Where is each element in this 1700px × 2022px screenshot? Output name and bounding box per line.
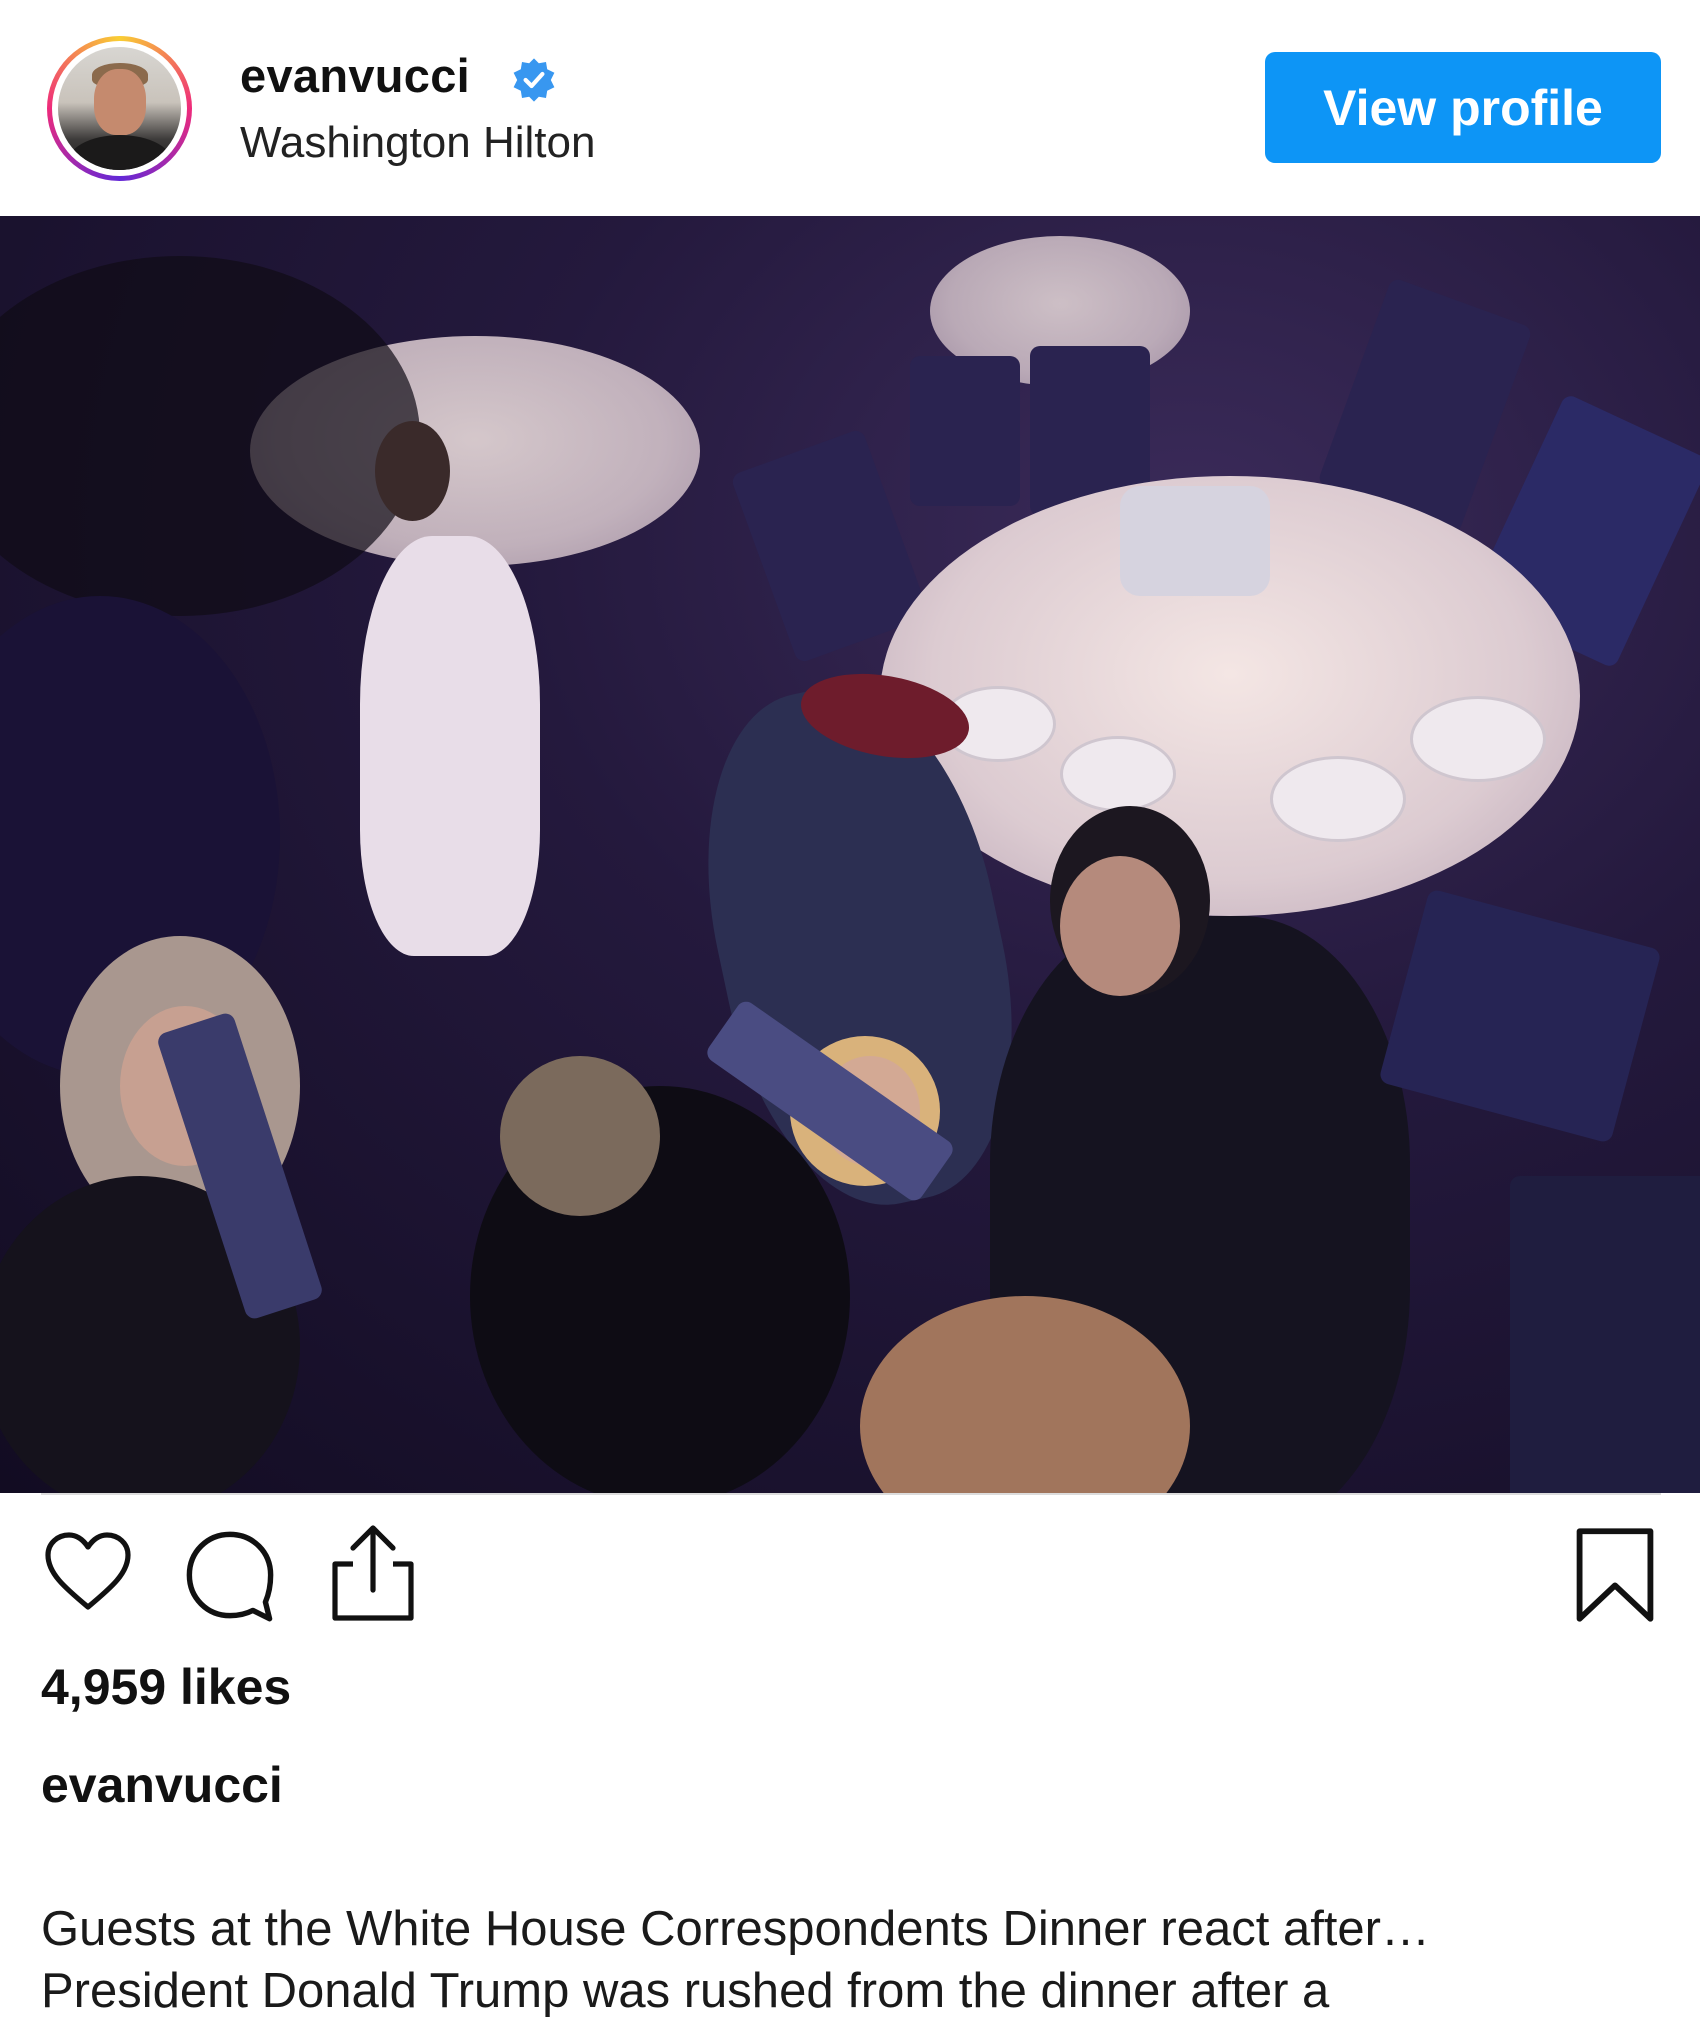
caption-username[interactable]: evanvucci [41,1756,283,1814]
post-header: evanvucci Washington Hilton View profile [0,0,1700,216]
bookmark-icon[interactable] [1570,1525,1660,1625]
avatar[interactable] [47,36,192,181]
location-label[interactable]: Washington Hilton [240,118,595,168]
divider [41,1493,1661,1495]
caption-line-2: President Donald Trump was rushed from t… [41,1964,1330,2018]
caption-text: Guests at the White House Correspondents… [41,1898,1661,2022]
avatar-photo [58,47,181,170]
verified-badge-icon [513,58,555,102]
comment-icon[interactable] [180,1525,280,1625]
view-profile-button[interactable]: View profile [1265,52,1661,163]
likes-count[interactable]: 4,959 likes [41,1658,291,1716]
caption-line-1: Guests at the White House Correspondents… [41,1902,1430,1956]
post-photo[interactable] [0,216,1700,1493]
heart-icon[interactable] [40,1525,136,1621]
share-icon[interactable] [325,1520,421,1626]
username[interactable]: evanvucci [240,48,470,103]
